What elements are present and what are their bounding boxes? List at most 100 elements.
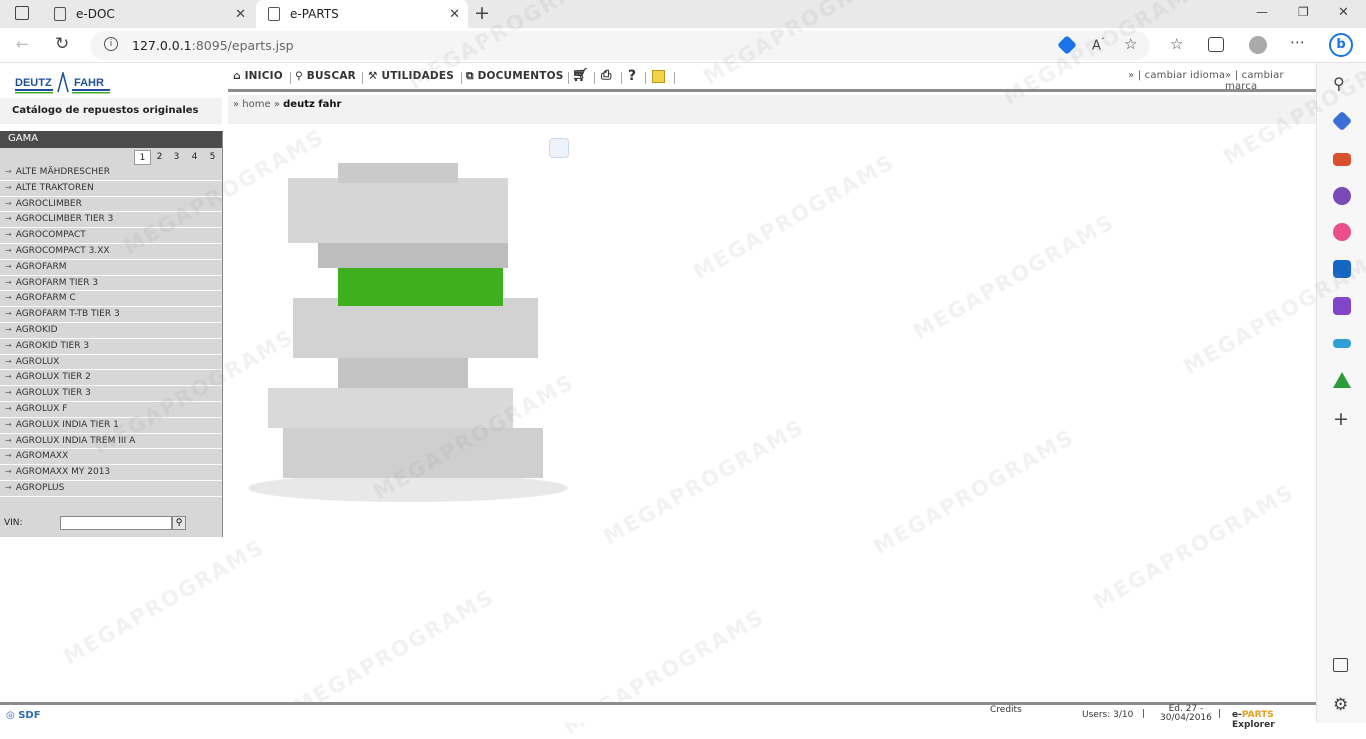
gama-item-label: AGROLUX TIER 3 — [15, 388, 91, 399]
gama-item-label: AGROCLIMBER TIER 3 — [15, 214, 114, 225]
page-1[interactable]: 1 — [134, 150, 151, 165]
arrow-right-icon: → — [5, 451, 12, 461]
vin-label: VIN: — [4, 518, 23, 528]
gama-item-label: ALTE TRAKTOREN — [15, 182, 94, 193]
logo-deutz: DEUTZ — [15, 77, 52, 89]
breadcrumb: » home » deutz fahr — [228, 95, 1316, 124]
tab-edoc[interactable]: e-DOC ✕ — [42, 0, 254, 28]
deutz-fahr-logo: DEUTZ FAHR — [14, 70, 112, 94]
credits-link[interactable]: Credits — [990, 705, 1022, 715]
tools-icon[interactable] — [1333, 153, 1351, 166]
edge-sidebar: ⚲ + ⚙ — [1316, 63, 1366, 723]
favorites-icon[interactable]: ☆ — [1170, 37, 1183, 52]
arrow-right-icon: → — [5, 482, 12, 492]
gama-item[interactable]: → AGROCOMPACT 3.XX — [0, 244, 222, 260]
watermark: MEGAPROGRAMS — [909, 209, 1119, 345]
logo-fahr: FAHR — [74, 77, 104, 89]
gama-item-label: AGROKID TIER 3 — [15, 340, 90, 351]
gama-item-label: AGROFARM — [15, 261, 67, 272]
collections-icon[interactable] — [1208, 37, 1224, 52]
gama-item-label: AGROCLIMBER — [15, 198, 82, 209]
page-5[interactable]: 5 — [204, 150, 221, 165]
screenshot-capture-icon[interactable] — [549, 138, 569, 158]
page-2[interactable]: 2 — [151, 150, 168, 165]
nav-documentos[interactable]: ⧉ DOCUMENTOS — [466, 70, 564, 83]
nav-inicio[interactable]: ⌂ INICIO — [233, 70, 283, 82]
gama-item[interactable]: → AGROPLUS — [0, 481, 222, 497]
sidebar-toggle-icon[interactable] — [1333, 658, 1348, 672]
tab-eparts[interactable]: e-PARTS ✕ — [256, 0, 468, 28]
gama-item[interactable]: → AGROFARM — [0, 260, 222, 276]
gama-item-label: AGROLUX — [15, 356, 60, 367]
watermark: MEGAPROGRAMS — [599, 414, 809, 550]
sdf-logo: ◎ SDF — [6, 710, 41, 721]
back-icon[interactable]: ← — [16, 37, 29, 52]
nav-buscar[interactable]: ⚲ BUSCAR — [295, 70, 356, 82]
office-icon[interactable] — [1333, 223, 1351, 241]
add-icon[interactable]: + — [1333, 410, 1351, 429]
close-window-button[interactable]: ✕ — [1338, 6, 1349, 19]
minimize-button[interactable]: — — [1256, 6, 1268, 18]
tab-label: e-PARTS — [290, 7, 339, 21]
new-tab-button[interactable]: + — [474, 4, 490, 23]
refresh-icon[interactable]: ↻ — [55, 36, 69, 53]
send-icon[interactable] — [1333, 339, 1351, 348]
tree-icon[interactable] — [1333, 372, 1351, 388]
gama-item-label: AGROMAXX — [15, 451, 69, 462]
gama-item-label: AGROCOMPACT — [15, 230, 86, 241]
print-icon[interactable]: ⎙ — [601, 68, 612, 83]
maximize-button[interactable]: ❐ — [1298, 6, 1309, 18]
help-icon[interactable]: ? — [628, 68, 636, 84]
designer-icon[interactable] — [1333, 297, 1351, 315]
gama-item[interactable]: → ALTE TRAKTOREN — [0, 181, 222, 197]
gama-item[interactable]: → AGROKID TIER 3 — [0, 339, 222, 355]
browser-toolbar: ← ↻ i 127.0.0.1:8095/eparts.jsp Aˆ ☆ ☆ ⋯… — [0, 28, 1366, 63]
gama-item-label: AGROMAXX MY 2013 — [15, 467, 111, 478]
arrow-right-icon: → — [5, 435, 12, 445]
games-icon[interactable] — [1333, 187, 1351, 205]
page-4[interactable]: 4 — [186, 150, 203, 165]
tab-actions-icon[interactable] — [15, 6, 29, 20]
gama-item[interactable]: → AGROCOMPACT — [0, 228, 222, 244]
gama-item[interactable]: → AGROKID — [0, 323, 222, 339]
notes-icon[interactable] — [652, 70, 665, 83]
vin-search-button[interactable]: ⚲ — [172, 516, 186, 530]
arrow-right-icon: → — [5, 372, 12, 382]
gama-header: GAMA — [0, 131, 222, 148]
vin-input[interactable] — [60, 516, 172, 530]
arrow-right-icon: → — [5, 403, 12, 413]
info-icon[interactable]: i — [104, 37, 118, 51]
close-tab-icon[interactable]: ✕ — [449, 7, 460, 22]
change-brand-link[interactable]: » | cambiar marca — [1225, 70, 1316, 92]
cart-icon[interactable]: 🛒︎ — [572, 68, 589, 83]
change-language-link[interactable]: » | cambiar idioma — [1128, 70, 1225, 81]
address-bar[interactable]: i 127.0.0.1:8095/eparts.jsp Aˆ ☆ — [90, 31, 1150, 60]
arrow-right-icon: → — [5, 214, 12, 224]
home-icon: ⌂ — [233, 70, 245, 82]
arrow-right-icon: → — [5, 388, 12, 398]
watermark: MEGAPROGRAMS — [869, 424, 1079, 560]
gama-item-label: AGROKID — [15, 324, 58, 335]
gama-item[interactable]: → AGROFARM C — [0, 291, 222, 308]
shopping-tag-icon[interactable] — [1331, 110, 1353, 132]
copilot-icon[interactable]: b — [1329, 33, 1353, 57]
gama-item[interactable]: → AGROFARM T-TB TIER 3 — [0, 307, 222, 323]
arrow-right-icon: → — [5, 324, 12, 334]
gama-item[interactable]: → ALTE MÄHDRESCHER — [0, 165, 222, 181]
more-menu-icon[interactable]: ⋯ — [1290, 35, 1305, 50]
breadcrumb-home[interactable]: home — [242, 99, 270, 110]
watermark: MEGAPROGRAMS — [59, 534, 269, 670]
settings-gear-icon[interactable]: ⚙ — [1333, 695, 1351, 715]
users-count: Users: 3/10 — [1082, 710, 1134, 720]
gama-item[interactable]: → AGROFARM TIER 3 — [0, 276, 222, 292]
gama-item[interactable]: → AGROMAXX MY 2013 — [0, 465, 222, 481]
profile-avatar[interactable] — [1249, 36, 1267, 54]
gama-item-label: AGROFARM T-TB TIER 3 — [15, 309, 120, 320]
close-tab-icon[interactable]: ✕ — [235, 7, 246, 22]
gama-item[interactable]: → AGROLUX — [0, 355, 222, 371]
gama-item-label: ALTE MÄHDRESCHER — [15, 167, 110, 177]
arrow-right-icon: → — [5, 356, 12, 366]
breadcrumb-current: deutz fahr — [283, 99, 342, 110]
documents-icon: ⧉ — [466, 70, 478, 82]
page-3[interactable]: 3 — [168, 150, 185, 165]
